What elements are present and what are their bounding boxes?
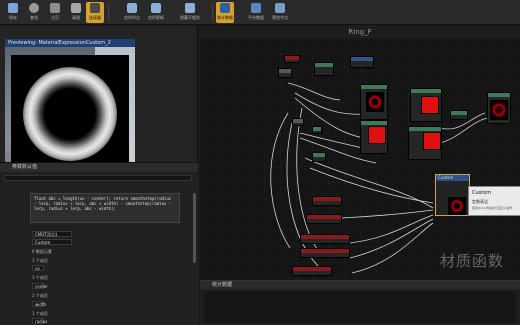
details-header: 参数默认值 [0, 163, 198, 172]
graph-grid [200, 38, 520, 280]
hide-unrelated-icon [185, 3, 195, 13]
inputs-label: 0 数组元素 [32, 249, 52, 254]
input-node[interactable] [292, 266, 332, 276]
details-panel: 参数默认值 float abc = length(uv - center); r… [0, 162, 198, 325]
stats-icon [220, 3, 230, 13]
input-radius-node[interactable] [300, 248, 350, 258]
input-index: 1 个成员 [32, 258, 48, 263]
clean-label: 清理 [72, 15, 80, 20]
clean-button[interactable]: 清理 [67, 2, 85, 23]
input-name-field[interactable]: radius [32, 318, 47, 324]
toolbar-divider [108, 4, 109, 21]
preview-node-icon [275, 3, 285, 13]
save-label: 保存 [9, 15, 17, 20]
custom-node[interactable]: Custom [435, 174, 470, 216]
live-update-label: 实时更新 [148, 15, 164, 20]
connectors-icon [90, 3, 100, 13]
find-button[interactable]: 查找 [25, 2, 43, 23]
toolbar-divider [212, 4, 213, 21]
hide-unrelated-button[interactable]: 隐藏不相关 [174, 2, 206, 23]
home-label: 主页 [51, 15, 59, 20]
details-search-input[interactable] [4, 175, 192, 181]
input-center-node[interactable] [306, 214, 342, 224]
preview-title: Previewing: MaterialExpressionCustom_2 [5, 39, 135, 47]
clean-icon [71, 3, 81, 13]
input-name-field[interactable]: uv [32, 265, 44, 271]
input-name-field[interactable]: width [32, 301, 46, 307]
red-preview-swatch [423, 132, 441, 150]
save-icon [8, 3, 18, 13]
input-index: 1 个成员 [32, 293, 48, 298]
math-node[interactable] [312, 126, 322, 134]
graph-title: Ring_F [200, 26, 520, 38]
connectors-label: 连接器 [89, 15, 101, 20]
input-name-field[interactable]: center [32, 283, 48, 289]
preview-node-label: 预览节点 [272, 15, 288, 20]
live-nodes-icon [127, 3, 137, 13]
stats-label: 统计数据 [217, 15, 233, 20]
live-nodes-label: 实时节点 [124, 15, 140, 20]
output-preview-swatch [490, 100, 508, 120]
connectors-button[interactable]: 连接器 [86, 2, 104, 23]
description-field[interactable]: Custom [32, 239, 72, 245]
param-node[interactable] [284, 55, 300, 63]
watermark: 材质函数 [440, 252, 505, 270]
home-icon [50, 3, 60, 13]
node-tooltip: Custom 定制表达 使用HLSL代码执行自定义操作 [468, 186, 520, 216]
details-scrollbar[interactable] [193, 193, 196, 263]
hide-unrelated-label: 隐藏不相关 [180, 15, 200, 20]
math-node[interactable] [314, 62, 334, 76]
preview-node-button[interactable]: 预览节点 [270, 2, 290, 23]
input-width-node[interactable] [300, 234, 350, 244]
home-button[interactable]: 主页 [46, 2, 64, 23]
input-index: 1 个成员 [32, 275, 48, 280]
output-type-select[interactable]: CMOT浮点1 [32, 231, 72, 237]
find-label: 查找 [30, 15, 38, 20]
platform-stats-icon [251, 3, 261, 13]
stats-content [204, 291, 516, 323]
tooltip-line: 使用HLSL代码执行自定义操作 [472, 206, 513, 210]
input-uv-node[interactable] [312, 196, 342, 206]
find-icon [29, 3, 39, 13]
left-panel: Previewing: MaterialExpressionCustom_2 参… [0, 26, 198, 325]
code-input[interactable]: float abc = length(uv - center); return … [30, 193, 180, 223]
preview-ring [23, 67, 117, 161]
stats-panel: 统计数据 [200, 280, 520, 325]
live-nodes-button[interactable]: 实时节点 [123, 2, 141, 23]
toolbar: 保存 查找 主页 清理 连接器 实时节点 实时更新 隐藏不相关 统计数据 平台数… [0, 0, 520, 25]
red-preview-swatch [421, 96, 439, 114]
platform-stats-label: 平台数据 [248, 15, 264, 20]
tooltip-title: Custom [472, 190, 492, 196]
texcoord-node[interactable] [292, 118, 304, 126]
platform-stats-button[interactable]: 平台数据 [246, 2, 266, 23]
live-update-button[interactable]: 实时更新 [147, 2, 165, 23]
stats-header: 统计数据 [200, 281, 520, 289]
input-index: 1 个成员 [32, 311, 48, 316]
ring-preview-swatch [366, 92, 384, 112]
material-graph[interactable]: Ring_F Custom Custom 定制表达 使用HLSL代码执行自定义操… [200, 26, 520, 280]
red-preview-swatch [368, 126, 386, 144]
add-node[interactable] [450, 110, 468, 120]
tooltip-line: 定制表达 [472, 199, 488, 204]
math-node[interactable] [312, 152, 326, 162]
constant-node[interactable] [350, 56, 374, 68]
texcoord-node[interactable] [278, 68, 292, 78]
custom-node-title: Custom [436, 175, 469, 181]
custom-preview-swatch [448, 197, 466, 215]
live-update-icon [151, 3, 161, 13]
save-button[interactable]: 保存 [4, 2, 22, 23]
stats-button[interactable]: 统计数据 [216, 2, 234, 23]
